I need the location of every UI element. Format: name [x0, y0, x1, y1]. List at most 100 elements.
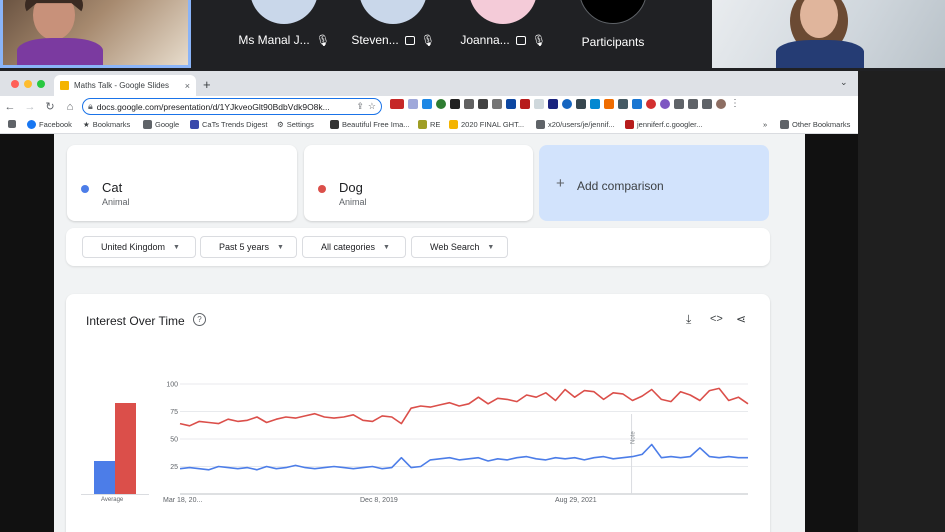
- bookmark-google[interactable]: Google: [143, 120, 179, 129]
- extension-icon[interactable]: [660, 99, 670, 109]
- note-label: Note: [631, 431, 637, 444]
- more-bookmarks-icon[interactable]: »: [763, 120, 767, 129]
- embed-code-icon[interactable]: <>: [710, 313, 723, 325]
- home-icon[interactable]: ⌂: [60, 101, 80, 113]
- line-chart[interactable]: 25 50 75 100 Note: [162, 376, 752, 496]
- other-bookmarks[interactable]: Other Bookmarks: [780, 120, 850, 129]
- average-bar-cat[interactable]: [94, 460, 115, 494]
- dropdown-caret-icon: ▼: [487, 243, 495, 251]
- address-bar[interactable]: 🔒︎ docs.google.com/presentation/d/1YJkve…: [82, 98, 382, 115]
- mic-off-icon: 🎙︎: [531, 34, 546, 47]
- extension-icon[interactable]: [390, 99, 404, 109]
- x-tick-label: Mar 18, 20...: [163, 497, 203, 504]
- average-bar-dog[interactable]: [115, 403, 136, 494]
- extension-icon[interactable]: [604, 99, 614, 109]
- y-tick-label: 100: [166, 382, 178, 389]
- folder-icon: [536, 120, 545, 129]
- participant-name: Ms Manal J...: [238, 33, 310, 47]
- search-term-card-cat[interactable]: Cat Animal: [67, 145, 297, 221]
- back-icon[interactable]: ←: [0, 101, 20, 113]
- average-label: Average: [101, 497, 124, 503]
- extension-icon[interactable]: [562, 99, 572, 109]
- extension-icon[interactable]: [618, 99, 628, 109]
- gear-icon: ⚙: [277, 120, 284, 129]
- screen: Ms Manal J... 🎙︎ Steven... 🎙︎ Joanna... …: [0, 0, 945, 532]
- category-filter[interactable]: All categories ▼: [302, 236, 406, 258]
- help-icon[interactable]: ?: [193, 313, 206, 326]
- minimize-window-button[interactable]: [24, 80, 32, 88]
- participants-button[interactable]: Participants: [558, 0, 668, 68]
- download-icon[interactable]: [688, 99, 698, 109]
- interest-over-time-card: Interest Over Time ? ⤓ <> ⋖ Average 25 50…: [66, 294, 770, 532]
- browser-tab[interactable]: Maths Talk - Google Slides ×: [54, 75, 196, 96]
- extension-icon[interactable]: [422, 99, 432, 109]
- slides-icon: [449, 120, 458, 129]
- bookmark-2020-final[interactable]: 2020 FINAL GHT...: [449, 120, 524, 129]
- url-text: docs.google.com/presentation/d/1YJkveoGl…: [96, 101, 330, 112]
- participant-tile[interactable]: Steven... 🎙︎: [338, 0, 448, 68]
- search-term-card-dog[interactable]: Dog Animal: [304, 145, 533, 221]
- extension-icon[interactable]: [450, 99, 460, 109]
- bookmark-site-icon: [625, 120, 634, 129]
- extension-icon[interactable]: [492, 99, 502, 109]
- bookmarks-bar: Facebook ★ Bookmarks Google CaTs Trends D…: [0, 117, 858, 134]
- maximize-window-button[interactable]: [37, 80, 45, 88]
- y-tick-label: 50: [170, 437, 178, 444]
- new-tab-button[interactable]: +: [203, 77, 211, 92]
- apps-icon[interactable]: [8, 120, 16, 128]
- series-color-dot: [81, 185, 89, 193]
- add-comparison-button[interactable]: + Add comparison: [539, 145, 769, 221]
- extensions-puzzle-icon[interactable]: [674, 99, 684, 109]
- extension-icon[interactable]: [506, 99, 516, 109]
- download-csv-icon[interactable]: ⤓: [686, 312, 691, 327]
- page-viewport: Cat Animal Dog Animal + Add comparison U…: [0, 134, 858, 532]
- time-range-filter[interactable]: Past 5 years ▼: [200, 236, 297, 258]
- cats-icon: [190, 120, 199, 129]
- bookmark-settings[interactable]: ⚙ Settings: [277, 120, 314, 129]
- region-filter[interactable]: United Kingdom ▼: [82, 236, 196, 258]
- search-type-filter[interactable]: Web Search ▼: [411, 236, 508, 258]
- slides-icon: [60, 81, 69, 90]
- lock-icon: 🔒︎: [88, 101, 93, 111]
- bookmark-bookmarks[interactable]: ★ Bookmarks: [83, 120, 130, 129]
- participant-video-active-speaker[interactable]: [0, 0, 191, 68]
- search-term-type: Animal: [339, 197, 367, 207]
- participant-tile[interactable]: Ms Manal J... 🎙︎: [229, 0, 339, 68]
- participant-video-self[interactable]: [712, 0, 945, 68]
- extension-icon[interactable]: [646, 99, 656, 109]
- bookmark-x20-users[interactable]: x20/users/je/jennif...: [536, 120, 615, 129]
- share-icon[interactable]: ⇪: [356, 101, 364, 112]
- bookmark-jenniferf[interactable]: jenniferf.c.googler...: [625, 120, 702, 129]
- share-icon[interactable]: ⋖: [736, 312, 746, 326]
- bookmark-cats-trends-digest[interactable]: CaTs Trends Digest: [190, 120, 267, 129]
- participant-tile[interactable]: Joanna... 🎙︎: [448, 0, 558, 68]
- bookmark-star-icon[interactable]: ☆: [368, 101, 376, 112]
- side-panel-icon[interactable]: [702, 99, 712, 109]
- extension-icon[interactable]: [548, 99, 558, 109]
- extension-icon[interactable]: [576, 99, 586, 109]
- extension-icon[interactable]: [590, 99, 600, 109]
- extension-icon[interactable]: [520, 99, 530, 109]
- browser-menu-icon[interactable]: ⋮: [730, 99, 740, 109]
- close-window-button[interactable]: [11, 80, 19, 88]
- avatar: [359, 0, 427, 24]
- extension-icon[interactable]: [534, 99, 544, 109]
- person-clothing: [776, 40, 864, 68]
- extension-icon[interactable]: [464, 99, 474, 109]
- extension-icon[interactable]: [408, 99, 418, 109]
- bookmark-facebook[interactable]: Facebook: [27, 120, 72, 129]
- series-line-dog[interactable]: [179, 387, 749, 427]
- reload-icon[interactable]: ↻: [40, 100, 60, 113]
- extension-icon[interactable]: [436, 99, 446, 109]
- bookmark-beautiful-free-images[interactable]: Beautiful Free Ima...: [330, 120, 410, 129]
- extension-icon[interactable]: [632, 99, 642, 109]
- series-color-dot: [318, 185, 326, 193]
- bookmark-re[interactable]: RE: [418, 120, 440, 129]
- tab-close-icon[interactable]: ×: [185, 81, 190, 91]
- forward-icon[interactable]: →: [20, 101, 40, 113]
- participant-name: Joanna...: [460, 33, 510, 47]
- x-tick-label: Dec 8, 2019: [360, 497, 398, 504]
- tab-search-icon[interactable]: ⌄: [840, 77, 848, 88]
- profile-avatar[interactable]: [716, 99, 726, 109]
- extension-icon[interactable]: [478, 99, 488, 109]
